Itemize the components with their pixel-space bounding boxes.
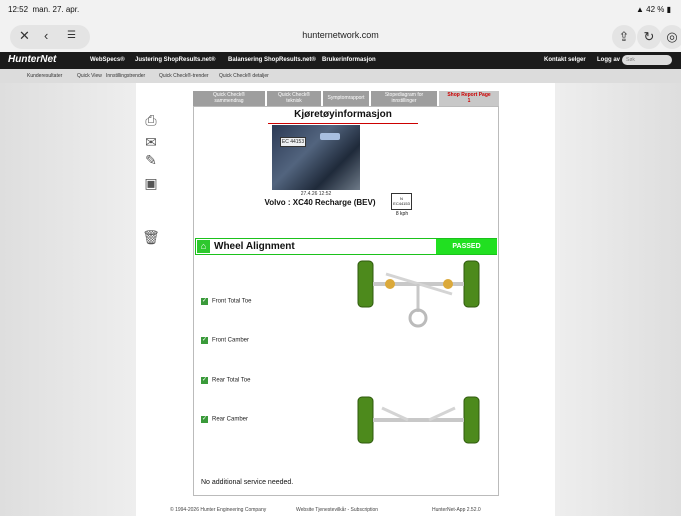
vehicle-name: Volvo : XC40 Recharge (BEV): [264, 198, 376, 207]
subnav-alignment-trends[interactable]: Innstillingstrender: [106, 73, 145, 79]
headlight-shape: [320, 133, 340, 140]
subnav-quick-view[interactable]: Quick View: [77, 73, 102, 79]
checkmark-icon: ✓: [201, 337, 208, 344]
search-input[interactable]: Søk: [622, 55, 672, 65]
footer-copyright: © 1994-2026 Hunter Engineering Company: [170, 507, 267, 513]
tab-symptom-report[interactable]: Symptomrapport: [323, 91, 369, 106]
front-left-wheel: [357, 260, 374, 308]
rear-right-wheel: [463, 396, 480, 444]
tab-setup-diagram[interactable]: Stopediagram for innstillinger: [371, 91, 437, 106]
rear-axle-diagram: [357, 396, 480, 444]
tab-quickcheck-technical[interactable]: Quick Check® teknisk: [267, 91, 321, 106]
front-right-wheel: [463, 260, 480, 308]
nav-balancing-shopresults[interactable]: Balansering ShopResults.net®: [228, 57, 316, 63]
print-icon[interactable]: ⎙: [140, 112, 162, 129]
subnav-quickcheck-details[interactable]: Quick Check® detaljer: [219, 73, 269, 79]
camera-icon[interactable]: ▣: [140, 175, 162, 192]
hunternet-logo[interactable]: HunterNet: [8, 54, 56, 65]
nav-logout[interactable]: Logg av: [597, 57, 620, 63]
check-front-camber: ✓ Front Camber: [201, 337, 250, 344]
wheel-alignment-header: ⌂ Wheel Alignment PASSED: [195, 238, 497, 255]
nav-user-info[interactable]: Brukerinformasjon: [322, 57, 376, 63]
sub-nav: Kunderesultater Quick View Innstillingst…: [0, 69, 681, 83]
trash-icon[interactable]: 🗑: [140, 229, 162, 246]
status-time: 12:52 man. 27. apr.: [8, 5, 80, 14]
rear-left-wheel: [357, 396, 374, 444]
alignment-icon: ⌂: [197, 240, 210, 253]
checkmark-icon: ✓: [201, 416, 208, 423]
speed-value: 8 kph: [395, 211, 409, 217]
nav-contact-seller[interactable]: Kontakt selger: [544, 57, 586, 63]
status-badge: PASSED: [436, 239, 497, 254]
report-datetime: 27.4.26 12:52: [300, 191, 332, 197]
checkmark-icon: ✓: [201, 377, 208, 384]
nav-alignment-shopresults[interactable]: Justering ShopResults.net®: [135, 57, 215, 63]
reload-icon[interactable]: ↻: [637, 25, 661, 49]
subnav-quickcheck-trends[interactable]: Quick Check®-trender: [159, 73, 209, 79]
tab-quickcheck-summary[interactable]: Quick Check® sammendrag: [193, 91, 265, 106]
check-front-total-toe: ✓ Front Total Toe: [201, 298, 252, 305]
battery-indicator: ▲ 42 % ▮: [636, 5, 671, 14]
checkmark-icon: ✓: [201, 298, 208, 305]
url-bar[interactable]: hunternetwork.com: [0, 30, 681, 40]
photo-plate-label: EC 44153: [280, 137, 306, 147]
tab-shop-report[interactable]: Shop Report Page 1: [439, 91, 499, 106]
compass-icon[interactable]: ◎: [660, 25, 681, 49]
footer-links[interactable]: Website Tjenestevilkår - Subscription: [296, 507, 378, 513]
front-axle-diagram: [357, 260, 480, 328]
email-icon[interactable]: ✉: [140, 134, 162, 151]
share-icon[interactable]: ⇪: [612, 25, 636, 49]
footer-version: HunterNet-App 2.52.0: [432, 507, 481, 513]
status-bar: 12:52 man. 27. apr. ▲ 42 % ▮: [0, 0, 681, 18]
section-title: Wheel Alignment: [214, 241, 295, 252]
nav-webspecs[interactable]: WebSpecs®: [90, 57, 125, 63]
check-rear-camber: ✓ Rear Camber: [201, 416, 249, 423]
site-nav: HunterNet WebSpecs® Justering ShopResult…: [0, 52, 681, 69]
edit-icon[interactable]: ✎: [140, 152, 162, 169]
browser-toolbar: ✕ ‹ ☰ hunternetwork.com ⇪ ↻ ◎: [0, 18, 681, 52]
subnav-customer-results[interactable]: Kunderesultater: [27, 73, 62, 79]
steering-wheel-icon: [408, 308, 428, 328]
report-tabs: Quick Check® sammendrag Quick Check® tekni…: [193, 91, 499, 106]
license-plate-box: N EC44153: [391, 193, 412, 210]
page-title: Kjøretøyinformasjon: [268, 107, 418, 124]
vehicle-photo: EC 44153: [272, 125, 360, 190]
service-note: No additional service needed.: [201, 479, 294, 486]
check-rear-total-toe: ✓ Rear Total Toe: [201, 377, 251, 384]
